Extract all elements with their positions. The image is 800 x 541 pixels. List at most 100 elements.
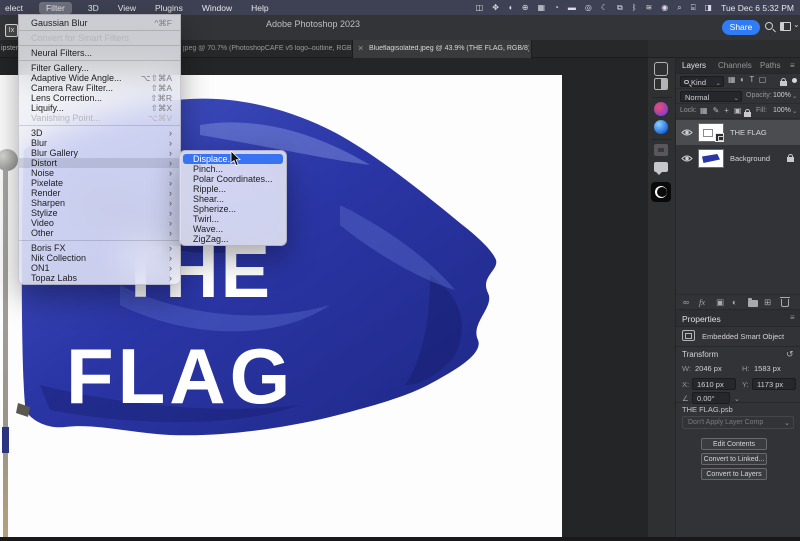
layer-style-fx-icon[interactable]: fx (699, 297, 705, 307)
menu-item-lens-correction[interactable]: Lens Correction...⇧⌘R (19, 93, 180, 103)
search-icon[interactable] (765, 22, 773, 30)
menu-item-on1[interactable]: ON1› (19, 263, 180, 273)
menu-item-camera-raw-filter[interactable]: Camera Raw Filter...⇧⌘A (19, 83, 180, 93)
control-center-icon[interactable]: ⌸ (691, 4, 696, 12)
tool-panel-icon[interactable] (654, 144, 670, 160)
layer-name[interactable]: Background (730, 154, 770, 163)
submenu-item-shear[interactable]: Shear... (183, 194, 283, 204)
gradient-plugin-icon[interactable] (654, 102, 670, 118)
reset-transform-icon[interactable]: ↺ (786, 349, 794, 360)
lock-all-icon[interactable] (744, 112, 751, 117)
camera-icon[interactable]: ◫ (476, 4, 484, 12)
menu-item-pixelate[interactable]: Pixelate› (19, 178, 180, 188)
new-layer-icon[interactable]: ⊞ (764, 297, 771, 308)
tab-channels[interactable]: Channels (718, 61, 752, 70)
tab-paths[interactable]: Paths (760, 61, 780, 70)
menubar-item-filter[interactable]: Filter (39, 2, 72, 14)
panel-menu-icon[interactable]: ≡ (790, 61, 795, 70)
lock-artboard-icon[interactable]: ▣ (734, 106, 742, 115)
filter-type-layers-icon[interactable]: T (749, 75, 754, 84)
app-icon[interactable]: ◔ (554, 4, 559, 12)
globe-icon[interactable]: ⊕ (522, 4, 529, 12)
filter-pixel-layers-icon[interactable]: ▦ (728, 75, 736, 84)
menu-item-adaptive-wide-angle[interactable]: Adaptive Wide Angle...⌥⇧⌘A (19, 73, 180, 83)
submenu-item-displace[interactable]: Displace... (183, 154, 283, 164)
menu-item-nik-collection[interactable]: Nik Collection› (19, 253, 180, 263)
menu-item-topaz-labs[interactable]: Topaz Labs› (19, 273, 180, 283)
convert-to-linked-button[interactable]: Convert to Linked... (701, 453, 767, 465)
menu-item-liquify[interactable]: Liquify...⇧⌘X (19, 103, 180, 113)
delete-layer-icon[interactable] (781, 299, 789, 307)
submenu-item-twirl[interactable]: Twirl... (183, 214, 283, 224)
submenu-item-polar-coordinates[interactable]: Polar Coordinates... (183, 174, 283, 184)
submenu-item-wave[interactable]: Wave... (183, 224, 283, 234)
menu-item-boris-fx[interactable]: Boris FX› (19, 243, 180, 253)
menu-item-filter-gallery[interactable]: Filter Gallery... (19, 63, 180, 73)
comments-panel-icon[interactable] (654, 162, 670, 178)
submenu-item-pinch[interactable]: Pinch... (183, 164, 283, 174)
menu-item-blur-gallery[interactable]: Blur Gallery› (19, 148, 180, 158)
menu-item-sharpen[interactable]: Sharpen› (19, 198, 180, 208)
chevron-down-icon[interactable]: ⌄ (793, 20, 800, 29)
borisfx-panel-icon[interactable] (654, 182, 670, 198)
filter-adjustment-layers-icon[interactable]: ◐ (740, 75, 745, 84)
filter-shape-layers-icon[interactable]: ▢ (759, 75, 767, 84)
clock-icon[interactable]: ◖ (508, 4, 513, 12)
do-not-disturb-icon[interactable]: ☾ (601, 4, 608, 12)
menubar-item-3d[interactable]: 3D (85, 2, 102, 14)
sphere-plugin-icon[interactable] (654, 120, 670, 136)
kind-filter-select[interactable]: Kind ⌄ (680, 76, 724, 87)
libraries-panel-icon[interactable] (654, 62, 670, 78)
adjustments-panel-icon[interactable] (654, 78, 670, 94)
document-tab-inactive[interactable]: jpeg @ 70.7% (PhotoshopCAFE v5 logo–outl… (183, 45, 351, 52)
opacity-value[interactable]: 100% (773, 92, 791, 99)
menu-item-render[interactable]: Render› (19, 188, 180, 198)
launchpad-icon[interactable]: ▦ (537, 4, 545, 12)
mission-control-icon[interactable]: ⧉ (617, 4, 623, 12)
chevron-down-icon[interactable]: ⌄ (792, 92, 797, 100)
menu-item-distort[interactable]: Distort› (19, 158, 180, 168)
lock-position-icon[interactable]: + (724, 106, 729, 115)
lock-pixels-icon[interactable]: ✎ (713, 106, 720, 115)
menu-item-gaussian-blur[interactable]: Gaussian Blur^⌘F (19, 18, 180, 28)
menubar-item-select[interactable]: elect (2, 2, 26, 14)
layer-thumbnail[interactable] (698, 123, 724, 142)
layer-row-background[interactable]: Background (676, 146, 800, 171)
document-tab-active[interactable]: × Blueflagisolated.jpeg @ 43.9% (THE FLA… (352, 40, 532, 58)
convert-to-layers-button[interactable]: Convert to Layers (701, 468, 767, 480)
menubar-item-plugins[interactable]: Plugins (152, 2, 186, 14)
menubar-item-help[interactable]: Help (248, 2, 271, 14)
y-input[interactable]: 1173 px (752, 378, 796, 390)
menu-item-neural-filters[interactable]: Neural Filters... (19, 48, 180, 58)
new-group-icon[interactable] (748, 300, 758, 307)
x-input[interactable]: 1610 px (692, 378, 736, 390)
chevron-down-icon[interactable]: ⌄ (792, 107, 797, 115)
submenu-item-ripple[interactable]: Ripple... (183, 184, 283, 194)
menubar-clock[interactable]: Tue Dec 6 5:32 PM (721, 3, 794, 13)
layer-name[interactable]: THE FLAG (730, 128, 767, 137)
tab-properties[interactable]: Properties (682, 314, 721, 324)
lock-transparency-icon[interactable]: ▦ (700, 106, 708, 115)
menu-item-3d[interactable]: 3D› (19, 128, 180, 138)
user-icon[interactable]: ◉ (661, 4, 668, 12)
bluetooth-icon[interactable]: ᛒ (632, 4, 637, 12)
document-tab-fragment[interactable]: ipster (1, 45, 18, 52)
menu-item-video[interactable]: Video› (19, 218, 180, 228)
menu-item-blur[interactable]: Blur› (19, 138, 180, 148)
wifi-icon[interactable]: ≋ (646, 4, 653, 12)
visibility-eye-icon[interactable] (681, 128, 693, 137)
spotlight-icon[interactable]: ⌕ (677, 4, 681, 12)
layer-row-the-flag[interactable]: THE FLAG (676, 120, 800, 145)
creative-cloud-icon[interactable]: ◎ (585, 4, 592, 12)
filter-smart-object-icon[interactable] (780, 81, 787, 86)
edit-contents-button[interactable]: Edit Contents (701, 438, 767, 450)
blend-mode-select[interactable]: Normal ⌄ (680, 91, 742, 102)
share-button[interactable]: Share (722, 20, 760, 35)
filter-toggle-icon[interactable] (792, 78, 797, 83)
menu-item-other[interactable]: Other› (19, 228, 180, 238)
visibility-eye-icon[interactable] (681, 154, 693, 163)
panel-menu-icon[interactable]: ≡ (790, 313, 795, 322)
menubar-item-window[interactable]: Window (199, 2, 235, 14)
layer-thumbnail[interactable] (698, 149, 724, 168)
workspace-icon[interactable] (780, 22, 791, 31)
